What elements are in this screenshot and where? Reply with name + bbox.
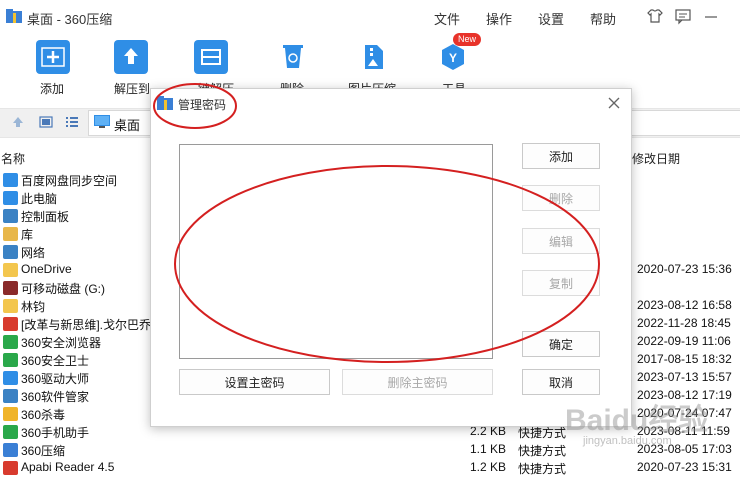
watermark-url: jingyan.baidu.com — [583, 435, 672, 447]
cloud-icon — [3, 173, 18, 187]
app-logo-icon — [6, 9, 22, 23]
security-360-icon — [3, 353, 18, 367]
file-name: 360压缩 — [21, 444, 66, 458]
image-compress-button[interactable] — [356, 40, 390, 74]
address-location: 桌面 — [114, 118, 141, 133]
extract-icon — [124, 48, 138, 64]
dialog-edit-button[interactable]: 编辑 — [522, 228, 600, 254]
feedback-icon[interactable] — [674, 7, 692, 25]
folder-icon — [3, 263, 18, 277]
dialog-add-button[interactable]: 添加 — [522, 143, 600, 169]
minimize-icon[interactable] — [702, 7, 720, 25]
file-date: 2023-07-13 15:57 — [637, 370, 732, 384]
skin-tshirt-icon[interactable] — [646, 7, 664, 25]
file-name: 360软件管家 — [21, 390, 90, 404]
file-name: 360驱动大师 — [21, 372, 90, 386]
image-compress-icon — [365, 45, 383, 69]
cancel-button[interactable]: 取消 — [522, 369, 600, 395]
folder-icon — [3, 299, 18, 313]
baidu-watermark: Baidu经验 jingyan.baidu.com — [555, 395, 725, 455]
zip-360-icon — [3, 443, 18, 457]
driver-360-icon — [3, 371, 18, 385]
extract-to-label: 解压到 — [114, 82, 151, 96]
removable-disk-icon — [3, 281, 18, 295]
file-name: 此电脑 — [21, 192, 58, 206]
file-name: 360手机助手 — [21, 426, 90, 440]
antivirus-360-icon — [3, 407, 18, 421]
browser-360-icon — [3, 335, 18, 349]
column-name[interactable]: 名称 — [1, 150, 25, 167]
software-360-icon — [3, 389, 18, 403]
file-size: 1.2 KB — [470, 460, 507, 474]
file-date: 2017-08-15 18:32 — [637, 352, 732, 366]
file-name: OneDrive — [21, 262, 72, 276]
thumbnail-view-icon[interactable] — [39, 115, 53, 129]
password-list[interactable] — [179, 144, 493, 359]
file-name: 网络 — [21, 246, 46, 260]
library-icon — [3, 227, 18, 241]
file-name: 360杀毒 — [21, 408, 66, 422]
column-modified-date[interactable]: 修改日期 — [632, 150, 680, 167]
file-name: Apabi Reader 4.5 — [21, 460, 115, 474]
desktop-icon — [94, 115, 110, 128]
file-date: 2023-08-12 16:58 — [637, 298, 732, 312]
delete-master-password-button[interactable]: 删除主密码 — [342, 369, 493, 395]
file-date: 2022-09-19 11:06 — [637, 334, 731, 348]
menu-operation[interactable]: 操作 — [486, 9, 512, 28]
file-size: 1.1 KB — [470, 442, 507, 456]
file-name: 可移动磁盘 (G:) — [21, 282, 105, 296]
file-date: 2020-07-23 15:31 — [637, 460, 732, 474]
add-label: 添加 — [40, 82, 65, 96]
dialog-delete-button[interactable]: 删除 — [522, 185, 600, 211]
one-click-extract-button[interactable] — [194, 40, 228, 74]
app-logo-icon — [157, 96, 173, 110]
file-name: 控制面板 — [21, 210, 70, 224]
window-title: 桌面 - 360压缩 — [27, 12, 113, 27]
watermark-brand: Baidu经验 — [565, 404, 709, 437]
menu-help[interactable]: 帮助 — [590, 9, 616, 28]
ok-button[interactable]: 确定 — [522, 331, 600, 357]
file-name: 库 — [21, 228, 34, 242]
add-icon — [41, 47, 65, 67]
file-date: 2020-07-23 15:36 — [637, 262, 732, 276]
file-name: 360安全浏览器 — [21, 336, 102, 350]
set-master-password-button[interactable]: 设置主密码 — [179, 369, 330, 395]
menu-file[interactable]: 文件 — [434, 9, 460, 28]
list-view-icon[interactable] — [65, 115, 79, 129]
control-panel-icon — [3, 209, 18, 223]
new-badge: New — [453, 33, 481, 46]
computer-icon — [3, 191, 18, 205]
add-button[interactable] — [36, 40, 70, 74]
menu-settings[interactable]: 设置 — [538, 9, 564, 28]
up-arrow-icon[interactable] — [11, 115, 25, 129]
file-name: 林钧 — [21, 300, 46, 314]
dialog-copy-button[interactable]: 复制 — [522, 270, 600, 296]
file-type: 快捷方式 — [518, 462, 567, 476]
file-date: 2022-11-28 18:45 — [637, 316, 731, 330]
apabi-icon — [3, 461, 18, 475]
close-icon[interactable] — [605, 94, 623, 112]
one-click-extract-icon — [201, 49, 221, 65]
extract-to-button[interactable] — [114, 40, 148, 74]
network-icon — [3, 245, 18, 259]
phone-360-icon — [3, 425, 18, 439]
recycle-icon — [283, 45, 303, 68]
file-name: 360安全卫士 — [21, 354, 90, 368]
pdf-icon — [3, 317, 18, 331]
svg-text:Y: Y — [449, 51, 457, 65]
file-name: 百度网盘同步空间 — [21, 174, 118, 188]
file-name: [改革与新思维].戈尔巴乔 — [21, 318, 152, 332]
delete-button[interactable] — [276, 40, 310, 74]
dialog-title: 管理密码 — [178, 98, 227, 112]
